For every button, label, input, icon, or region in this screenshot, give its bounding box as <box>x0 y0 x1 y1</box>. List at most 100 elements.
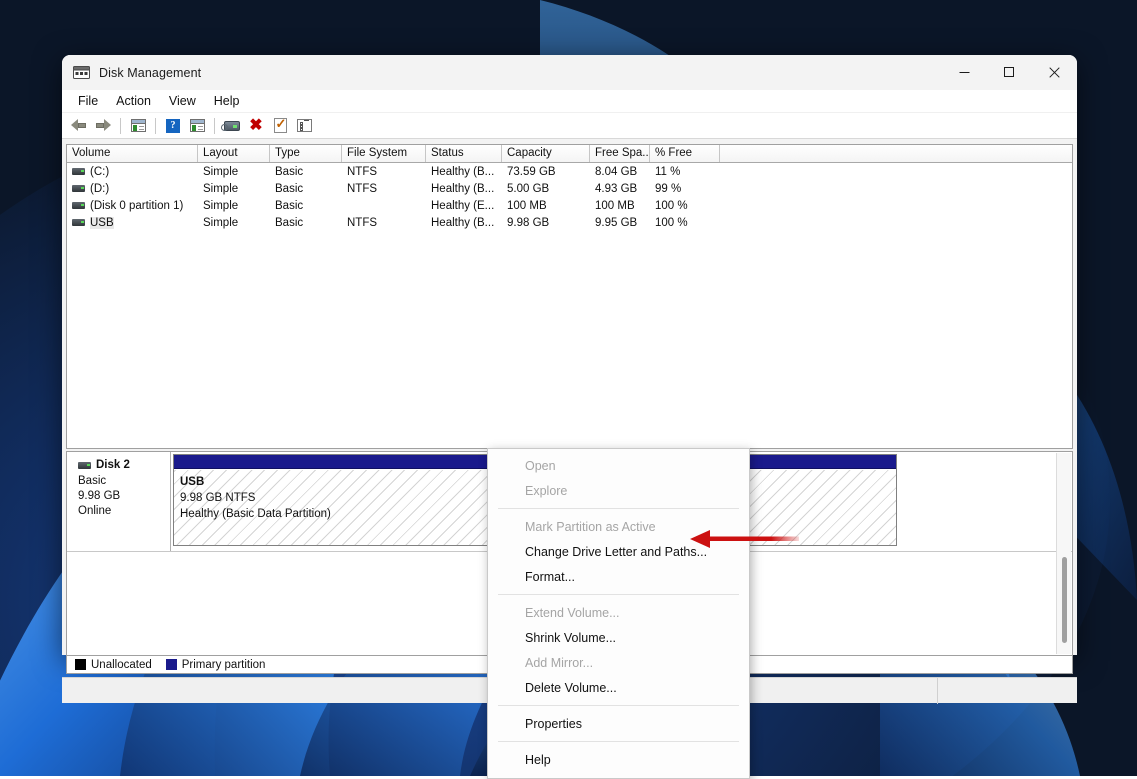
toolbar: ? ✖ <box>62 113 1077 139</box>
context-menu-item-help[interactable]: Help <box>488 747 749 772</box>
volume-row[interactable]: USBSimpleBasicNTFSHealthy (B...9.98 GB9.… <box>67 214 1072 231</box>
volume-row[interactable]: (C:)SimpleBasicNTFSHealthy (B...73.59 GB… <box>67 163 1072 180</box>
forward-button[interactable] <box>92 115 114 137</box>
toolbar-separator-2 <box>155 118 156 134</box>
volume-cell-type: Basic <box>270 200 342 212</box>
column-header-filler <box>720 145 1072 162</box>
menu-help[interactable]: Help <box>205 92 249 110</box>
disk-type: Basic <box>78 474 170 489</box>
context-menu-separator <box>498 508 739 509</box>
show-hide-action-pane-icon <box>190 119 205 132</box>
column-header-free[interactable]: % Free <box>650 145 720 162</box>
volume-cell-filesystem: NTFS <box>342 166 426 178</box>
volume-cell-status: Healthy (B... <box>426 217 502 229</box>
help-button[interactable]: ? <box>162 115 184 137</box>
volume-drive-icon <box>72 168 85 175</box>
minimize-button[interactable] <box>942 55 987 90</box>
volume-cell-type: Basic <box>270 166 342 178</box>
rescan-disks-icon <box>224 121 240 131</box>
disk-name: Disk 2 <box>96 459 130 471</box>
volume-cell-layout: Simple <box>198 200 270 212</box>
volume-cell-free: 8.04 GB <box>590 166 650 178</box>
legend-label-primary-partition: Primary partition <box>182 659 266 671</box>
show-action-pane-button[interactable] <box>186 115 208 137</box>
status-segment-3 <box>938 678 1076 704</box>
context-menu-item-open: Open <box>488 453 749 478</box>
volume-cell-filesystem: NTFS <box>342 183 426 195</box>
context-menu-item-format[interactable]: Format... <box>488 564 749 589</box>
column-header-file-system[interactable]: File System <box>342 145 426 162</box>
show-console-tree-button[interactable] <box>127 115 149 137</box>
column-header-volume[interactable]: Volume <box>67 145 198 162</box>
column-header-capacity[interactable]: Capacity <box>502 145 590 162</box>
volume-cell-percent: 100 % <box>650 200 720 212</box>
menu-view[interactable]: View <box>160 92 205 110</box>
volume-list-pane: VolumeLayoutTypeFile SystemStatusCapacit… <box>66 144 1073 449</box>
volume-cell-percent: 11 % <box>650 166 720 178</box>
title-bar[interactable]: Disk Management <box>62 55 1077 90</box>
volume-cell-capacity: 100 MB <box>502 200 590 212</box>
volume-cell-free: 9.95 GB <box>590 217 650 229</box>
column-header-type[interactable]: Type <box>270 145 342 162</box>
context-menu-item-extend-volume: Extend Volume... <box>488 600 749 625</box>
list-properties-button[interactable] <box>293 115 315 137</box>
volume-drive-icon <box>72 202 85 209</box>
column-header-free-spa[interactable]: Free Spa... <box>590 145 650 162</box>
context-menu-separator <box>498 594 739 595</box>
volume-name-text: USB <box>90 217 114 229</box>
volume-name-text: (Disk 0 partition 1) <box>90 200 183 212</box>
partition-context-menu: OpenExploreMark Partition as ActiveChang… <box>487 448 750 779</box>
disk-status: Online <box>78 504 170 519</box>
volume-cell-layout: Simple <box>198 183 270 195</box>
status-segment-2 <box>742 678 938 704</box>
volume-cell-status: Healthy (E... <box>426 200 502 212</box>
volume-list-body: (C:)SimpleBasicNTFSHealthy (B...73.59 GB… <box>67 163 1072 231</box>
disk-info-cell[interactable]: Disk 2 Basic 9.98 GB Online <box>67 452 171 551</box>
volume-name-text: (C:) <box>90 166 109 178</box>
show-hide-console-tree-icon <box>131 119 146 132</box>
rescan-disks-button[interactable] <box>221 115 243 137</box>
context-menu-item-explore: Explore <box>488 478 749 503</box>
volume-drive-icon <box>72 185 85 192</box>
delete-icon: ✖ <box>249 118 262 134</box>
volume-name-text: (D:) <box>90 183 109 195</box>
properties-button[interactable] <box>269 115 291 137</box>
context-menu-item-properties[interactable]: Properties <box>488 711 749 736</box>
volume-cell-status: Healthy (B... <box>426 183 502 195</box>
volume-cell-type: Basic <box>270 183 342 195</box>
volume-row[interactable]: (D:) SimpleBasicNTFSHealthy (B...5.00 GB4… <box>67 180 1072 197</box>
volume-cell-layout: Simple <box>198 217 270 229</box>
context-menu-item-delete-volume[interactable]: Delete Volume... <box>488 675 749 700</box>
toolbar-separator-1 <box>120 118 121 134</box>
disk-pane-scrollbar[interactable] <box>1056 453 1071 654</box>
disk-pane-scrollbar-thumb[interactable] <box>1062 557 1067 643</box>
volume-cell-capacity: 5.00 GB <box>502 183 590 195</box>
volume-cell-percent: 100 % <box>650 217 720 229</box>
legend-swatch <box>166 659 177 670</box>
menu-file[interactable]: File <box>69 92 107 110</box>
volume-cell-volume: (C:) <box>67 166 198 178</box>
volume-cell-volume: (D:) <box>67 183 198 195</box>
volume-cell-free: 4.93 GB <box>590 183 650 195</box>
delete-button[interactable]: ✖ <box>245 115 267 137</box>
column-header-layout[interactable]: Layout <box>198 145 270 162</box>
volume-cell-capacity: 9.98 GB <box>502 217 590 229</box>
back-arrow-icon <box>71 119 87 132</box>
volume-cell-layout: Simple <box>198 166 270 178</box>
volume-cell-free: 100 MB <box>590 200 650 212</box>
volume-list-header: VolumeLayoutTypeFile SystemStatusCapacit… <box>67 145 1072 163</box>
volume-cell-volume: (Disk 0 partition 1) <box>67 200 198 212</box>
menu-action[interactable]: Action <box>107 92 160 110</box>
window-controls <box>942 55 1077 90</box>
context-menu-item-shrink-volume[interactable]: Shrink Volume... <box>488 625 749 650</box>
close-button[interactable] <box>1032 55 1077 90</box>
volume-cell-percent: 99 % <box>650 183 720 195</box>
context-menu-item-add-mirror: Add Mirror... <box>488 650 749 675</box>
back-button[interactable] <box>68 115 90 137</box>
volume-drive-icon <box>72 219 85 226</box>
maximize-button[interactable] <box>987 55 1032 90</box>
column-header-status[interactable]: Status <box>426 145 502 162</box>
volume-row[interactable]: (Disk 0 partition 1) SimpleBasic Healthy (… <box>67 197 1072 214</box>
toolbar-separator-3 <box>214 118 215 134</box>
properties-check-icon <box>274 118 287 133</box>
